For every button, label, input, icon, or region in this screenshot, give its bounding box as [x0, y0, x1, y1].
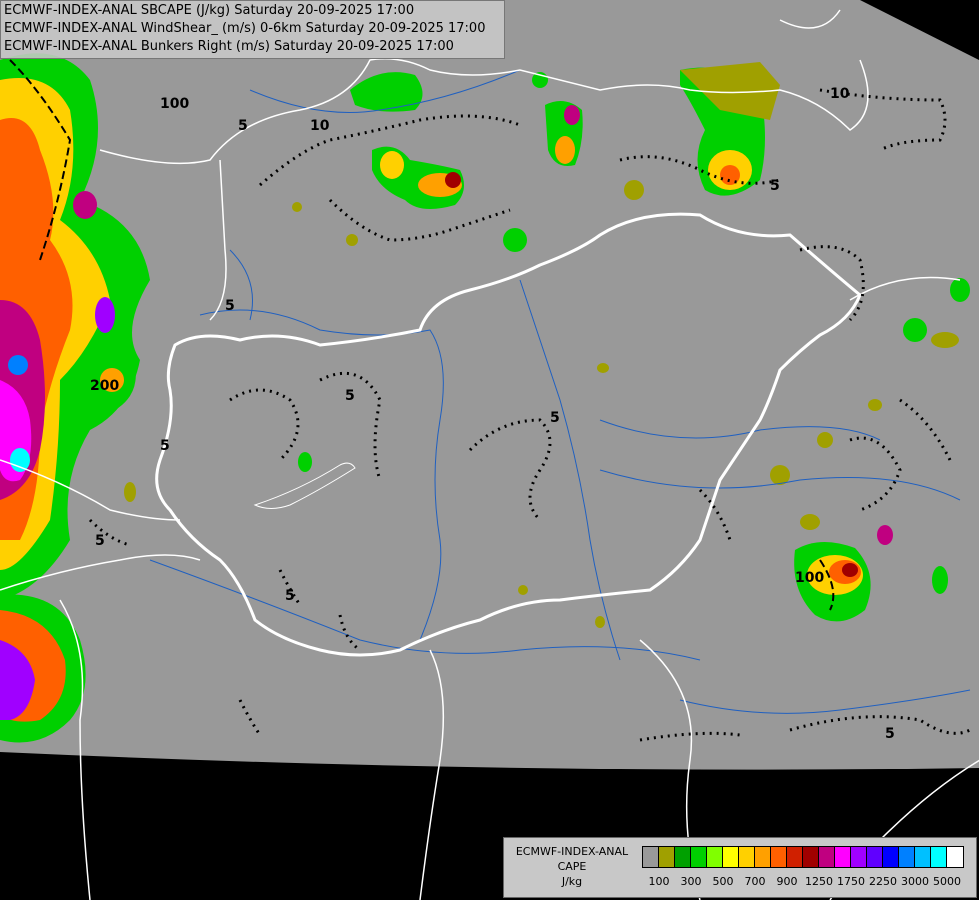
legend-swatch	[675, 847, 691, 867]
contour-label: 5	[160, 438, 170, 454]
legend-swatch	[643, 847, 659, 867]
legend-title: ECMWF-INDEX-ANAL CAPE J/kg	[508, 844, 636, 889]
legend-tick-label: 2250	[869, 875, 897, 888]
legend-swatch	[931, 847, 947, 867]
legend-tick-label: 3000	[901, 875, 929, 888]
header-line-bunkers: ECMWF-INDEX-ANAL Bunkers Right (m/s) Sat…	[4, 39, 454, 54]
contour-label: 200	[90, 378, 119, 394]
legend-swatch	[947, 847, 963, 867]
contour-label: 10	[830, 86, 850, 102]
legend-swatch	[771, 847, 787, 867]
legend-swatch	[915, 847, 931, 867]
legend-swatch	[803, 847, 819, 867]
legend-swatch	[739, 847, 755, 867]
contour-label: 5	[550, 410, 560, 426]
legend-tick-label: 1250	[805, 875, 833, 888]
legend-swatch	[883, 847, 899, 867]
legend-swatch	[787, 847, 803, 867]
contour-label: 5	[885, 726, 895, 742]
contour-label: 10	[310, 118, 330, 134]
legend-title-param: CAPE	[557, 860, 587, 873]
legend-swatch	[691, 847, 707, 867]
legend-swatch	[867, 847, 883, 867]
cape-legend: ECMWF-INDEX-ANAL CAPE J/kg 100 300 500 700 9…	[503, 837, 977, 898]
contour-label: 5	[345, 388, 355, 404]
legend-tick-label: 300	[680, 875, 702, 888]
legend-swatch	[819, 847, 835, 867]
legend-tick-label: 5000	[933, 875, 961, 888]
contour-label: 5	[225, 298, 235, 314]
legend-swatch	[851, 847, 867, 867]
legend-swatch	[659, 847, 675, 867]
legend-swatch	[755, 847, 771, 867]
legend-tick-label: 700	[744, 875, 766, 888]
legend-title-unit: J/kg	[561, 875, 583, 888]
contour-label: 100	[795, 570, 824, 586]
legend-tick-label: 1750	[837, 875, 865, 888]
legend-swatch	[835, 847, 851, 867]
legend-swatch	[723, 847, 739, 867]
legend-color-bar	[642, 846, 964, 868]
contour-label: 5	[238, 118, 248, 134]
header-line-windshear: ECMWF-INDEX-ANAL WindShear_ (m/s) 0-6km …	[4, 21, 486, 36]
map-header: ECMWF-INDEX-ANAL SBCAPE (J/kg) Saturday …	[0, 0, 505, 59]
contour-label: 5	[285, 588, 295, 604]
header-line-sbcape: ECMWF-INDEX-ANAL SBCAPE (J/kg) Saturday …	[4, 3, 415, 18]
legend-tick-label: 900	[776, 875, 798, 888]
legend-swatch	[707, 847, 723, 867]
cape-map: 100 200 10 5 5 5 5 5 5 5 10 100 5 5	[0, 0, 979, 900]
contour-label: 100	[160, 96, 189, 112]
contour-label: 5	[770, 178, 780, 194]
contour-label: 5	[95, 533, 105, 549]
legend-tick-label: 100	[648, 875, 670, 888]
legend-title-model: ECMWF-INDEX-ANAL	[515, 845, 629, 858]
legend-tick-label: 500	[712, 875, 734, 888]
legend-swatch	[899, 847, 915, 867]
